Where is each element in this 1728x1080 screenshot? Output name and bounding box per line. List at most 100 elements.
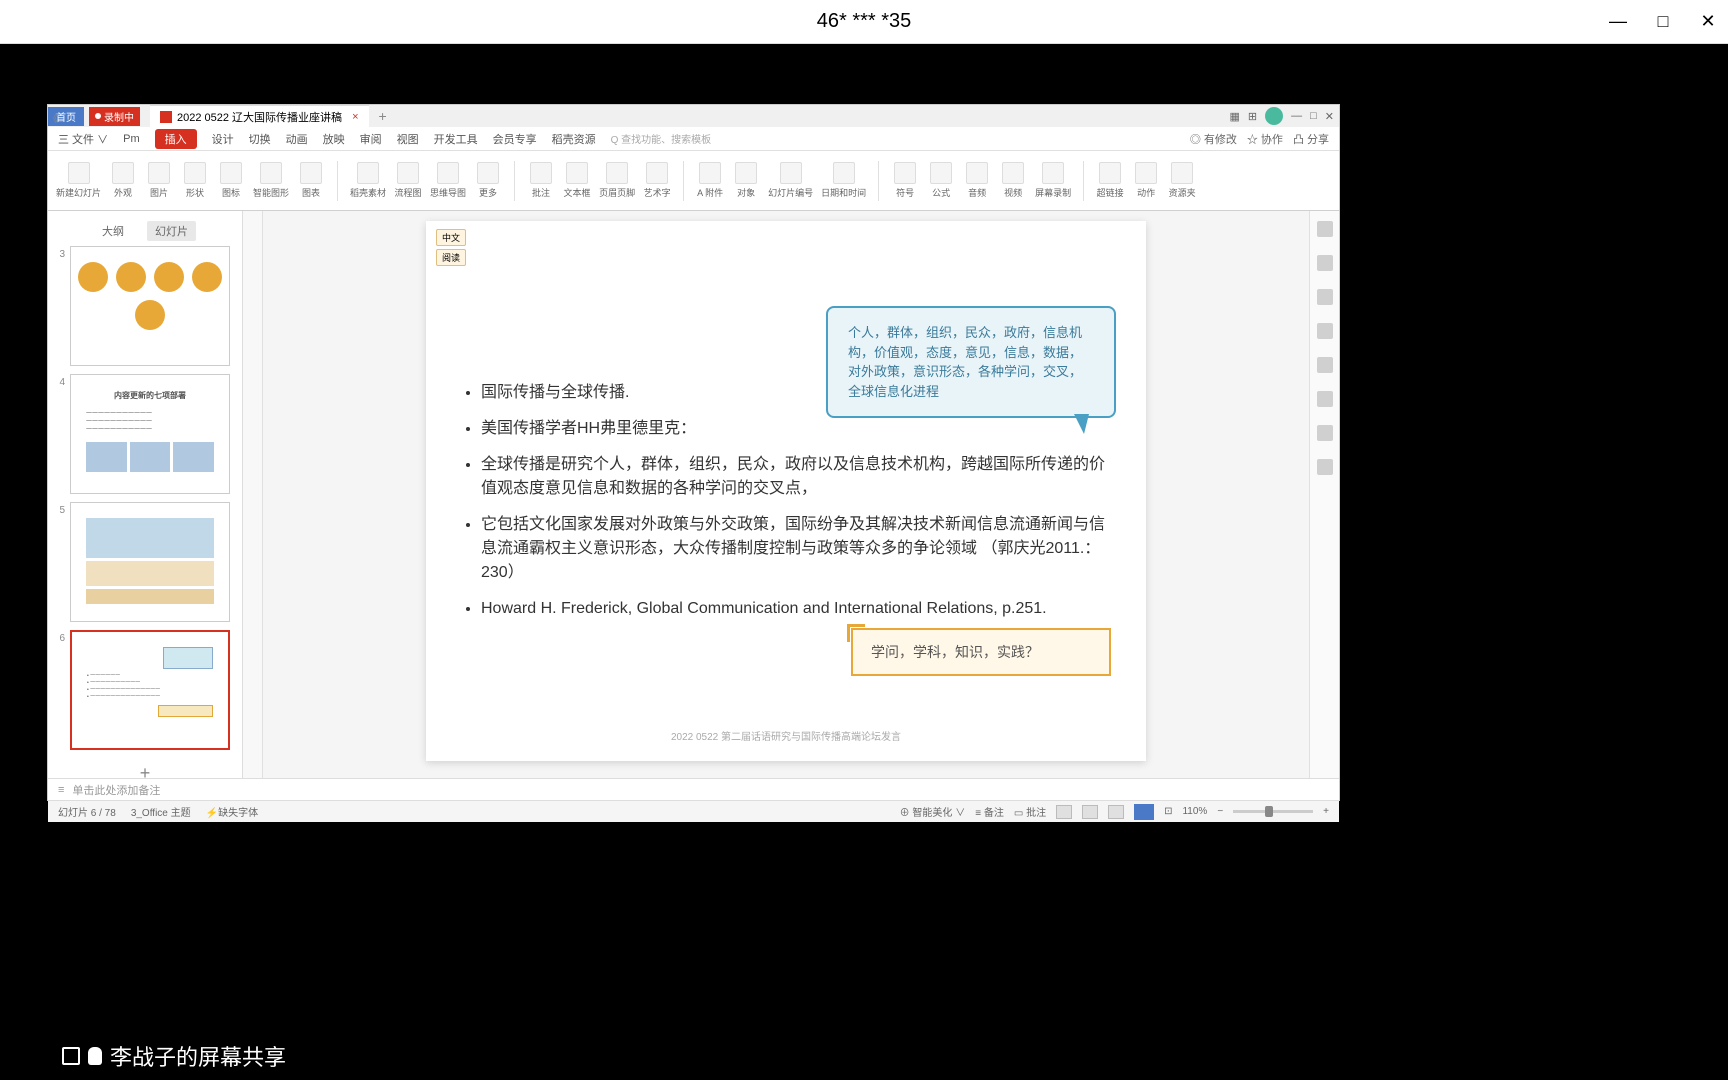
wps-titlebar: 首页 录制中 2022 0522 辽大国际传播业座讲稿 × + ▦ ⊞ — □ …	[48, 105, 1339, 127]
user-avatar[interactable]	[1265, 107, 1283, 125]
tool-hyperlink[interactable]: 超链接	[1096, 162, 1124, 199]
callout-bubble[interactable]: 个人，群体，组织，民众，政府，信息机构，价值观，态度，意见，信息，数据，对外政策…	[826, 306, 1116, 418]
tool-equation[interactable]: 公式	[927, 162, 955, 199]
theme-name: 3_Office 主题	[131, 804, 191, 819]
rail-star-icon[interactable]	[1317, 289, 1333, 305]
maximize-button[interactable]: □	[1653, 12, 1673, 32]
tab-add-button[interactable]: +	[379, 108, 387, 124]
wps-maximize-button[interactable]: □	[1310, 110, 1317, 122]
menu-review[interactable]: 审阅	[360, 131, 382, 147]
slide-canvas[interactable]: 中文 阅读 个人，群体，组织，民众，政府，信息机构，价值观，态度，意见，信息，数…	[426, 221, 1146, 761]
collab-button[interactable]: ☆ 协作	[1247, 131, 1283, 147]
menu-start[interactable]: Pm	[123, 133, 140, 145]
slide-thumbnail-6[interactable]: • 一一一一一一• 一一一一一一一一一一• 一一一一一一一一一一一一一一• 一一…	[70, 630, 230, 750]
tool-symbol[interactable]: 符号	[891, 162, 919, 199]
zoom-slider[interactable]	[1233, 810, 1313, 813]
minimize-button[interactable]: —	[1608, 12, 1628, 32]
rail-layers-icon[interactable]	[1317, 323, 1333, 339]
wps-close-button[interactable]: ✕	[1325, 110, 1334, 123]
panel-tab-slides[interactable]: 幻灯片	[147, 221, 196, 241]
layout-icon[interactable]: ▦	[1230, 110, 1240, 123]
tool-textbox[interactable]: 文本框	[563, 162, 591, 199]
tab-close-icon[interactable]: ×	[352, 111, 358, 123]
normal-view-button[interactable]	[1056, 805, 1072, 819]
tool-header-footer[interactable]: 页眉页脚	[599, 162, 635, 199]
notes-bar[interactable]: ≡ 单击此处添加备注	[48, 778, 1339, 800]
bullet-item: Howard H. Frederick, Global Communicatio…	[481, 597, 1106, 621]
tool-new-slide[interactable]: 新建幻灯片	[56, 162, 101, 199]
tool-flowchart[interactable]: 流程图	[394, 162, 422, 199]
tool-layout[interactable]: 外观	[109, 162, 137, 199]
menu-design[interactable]: 设计	[212, 131, 234, 147]
wps-minimize-button[interactable]: —	[1291, 110, 1302, 122]
rail-animation-icon[interactable]	[1317, 391, 1333, 407]
tool-resources[interactable]: 资源夹	[1168, 162, 1196, 199]
black-bar-top	[0, 44, 1728, 104]
tool-video[interactable]: 视频	[999, 162, 1027, 199]
menu-insert[interactable]: 插入	[155, 129, 197, 149]
comments-toggle[interactable]: ▭ 批注	[1014, 804, 1046, 819]
slide-thumbnail-4[interactable]: 内容更新的七项部署一一一一一一一一一一一一一一一一一一一一一一一一一一一一一一一…	[70, 374, 230, 494]
outer-window-titlebar: 46* *** *35 — □ ✕	[0, 0, 1728, 44]
menu-animation[interactable]: 动画	[286, 131, 308, 147]
tool-mindmap[interactable]: 思维导图	[430, 162, 466, 199]
tool-datetime[interactable]: 日期和时间	[821, 162, 866, 199]
slide-thumbnail-5[interactable]	[70, 502, 230, 622]
tool-wordart[interactable]: 艺术字	[643, 162, 671, 199]
wps-app-window: 首页 录制中 2022 0522 辽大国际传播业座讲稿 × + ▦ ⊞ — □ …	[47, 104, 1340, 801]
menu-devtools[interactable]: 开发工具	[434, 131, 478, 147]
bullet-item: 美国传播学者HH弗里德里克：	[481, 417, 1106, 441]
rail-pencil-icon[interactable]	[1317, 221, 1333, 237]
reading-view-button[interactable]	[1108, 805, 1124, 819]
tool-image[interactable]: 图片	[145, 162, 173, 199]
search-input[interactable]: Q 查找功能、搜索模板	[611, 131, 712, 146]
zoom-slider-thumb[interactable]	[1265, 806, 1273, 817]
ppt-file-icon	[160, 111, 172, 123]
document-tab[interactable]: 2022 0522 辽大国际传播业座讲稿 ×	[150, 105, 369, 128]
toolbar-separator	[683, 161, 684, 201]
menu-member[interactable]: 会员专享	[493, 131, 537, 147]
tool-slide-number[interactable]: 幻灯片编号	[768, 162, 813, 199]
rail-link-icon[interactable]	[1317, 459, 1333, 475]
share-button[interactable]: 凸 分享	[1293, 131, 1329, 147]
font-warning[interactable]: ⚡缺失字体	[206, 804, 258, 819]
notes-toggle[interactable]: ≡ 备注	[975, 804, 1004, 819]
rail-brush-icon[interactable]	[1317, 255, 1333, 271]
rail-clock-icon[interactable]	[1317, 357, 1333, 373]
menu-transition[interactable]: 切换	[249, 131, 271, 147]
menu-resources[interactable]: 稻壳资源	[552, 131, 596, 147]
zoom-level[interactable]: 110%	[1182, 806, 1207, 817]
tool-more[interactable]: 更多	[474, 162, 502, 199]
question-box[interactable]: 学问，学科，知识，实践？	[851, 628, 1111, 676]
slide-thumbnail-3[interactable]	[70, 246, 230, 366]
menu-file[interactable]: 三 文件 ∨	[58, 131, 108, 147]
tool-resource[interactable]: 稻壳素材	[350, 162, 386, 199]
menu-view[interactable]: 视图	[397, 131, 419, 147]
tool-attachment[interactable]: A 附件	[696, 162, 724, 199]
grid-icon[interactable]: ⊞	[1248, 110, 1257, 123]
tool-shape[interactable]: 形状	[181, 162, 209, 199]
changes-indicator[interactable]: ◎ 有修改	[1190, 131, 1237, 147]
thumb-number: 6	[53, 630, 65, 644]
tool-audio[interactable]: 音频	[963, 162, 991, 199]
tool-object[interactable]: 对象	[732, 162, 760, 199]
rail-puzzle-icon[interactable]	[1317, 425, 1333, 441]
callout-text: 个人，群体，组织，民众，政府，信息机构，价值观，态度，意见，信息，数据，对外政策…	[848, 325, 1082, 399]
tool-comment[interactable]: 批注	[527, 162, 555, 199]
fit-button[interactable]: ⊡	[1164, 806, 1172, 817]
tool-smartart[interactable]: 智能图形	[253, 162, 289, 199]
slideshow-button[interactable]	[1134, 804, 1154, 820]
outer-window-title: 46* *** *35	[817, 10, 912, 33]
tool-chart[interactable]: 图表	[297, 162, 325, 199]
panel-tab-outline[interactable]: 大纲	[94, 221, 132, 241]
sorter-view-button[interactable]	[1082, 805, 1098, 819]
close-button[interactable]: ✕	[1698, 12, 1718, 32]
share-text: 李战子的屏幕共享	[110, 1040, 286, 1072]
menu-slideshow[interactable]: 放映	[323, 131, 345, 147]
zoom-in-button[interactable]: +	[1323, 806, 1329, 817]
smart-beautify-button[interactable]: ⊕ 智能美化 ∨	[900, 804, 966, 819]
tool-icon-insert[interactable]: 图标	[217, 162, 245, 199]
zoom-out-button[interactable]: −	[1217, 806, 1223, 817]
tool-action[interactable]: 动作	[1132, 162, 1160, 199]
tool-screen-record[interactable]: 屏幕录制	[1035, 162, 1071, 199]
